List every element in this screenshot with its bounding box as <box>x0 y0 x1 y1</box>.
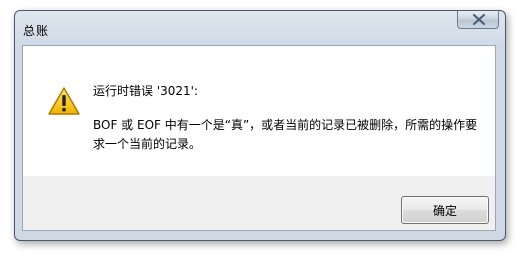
error-heading: 运行时错误 '3021': <box>93 84 198 98</box>
title-bar: 总账 <box>15 11 505 45</box>
close-button[interactable] <box>457 11 499 29</box>
close-icon <box>473 14 485 25</box>
window-title: 总账 <box>23 24 50 38</box>
dialog-window: 总账 运行时错误 '3021': BOF 或 EOF 中有一个是“真”，或者当前… <box>14 10 506 241</box>
message-panel: 运行时错误 '3021': BOF 或 EOF 中有一个是“真”，或者当前的记录… <box>23 46 495 176</box>
dialog-client-area: 运行时错误 '3021': BOF 或 EOF 中有一个是“真”，或者当前的记录… <box>22 45 496 231</box>
warning-icon <box>48 87 80 115</box>
ok-button[interactable]: 确定 <box>401 196 489 224</box>
error-message: BOF 或 EOF 中有一个是“真”，或者当前的记录已被删除，所需的操作要求一个… <box>93 118 478 151</box>
